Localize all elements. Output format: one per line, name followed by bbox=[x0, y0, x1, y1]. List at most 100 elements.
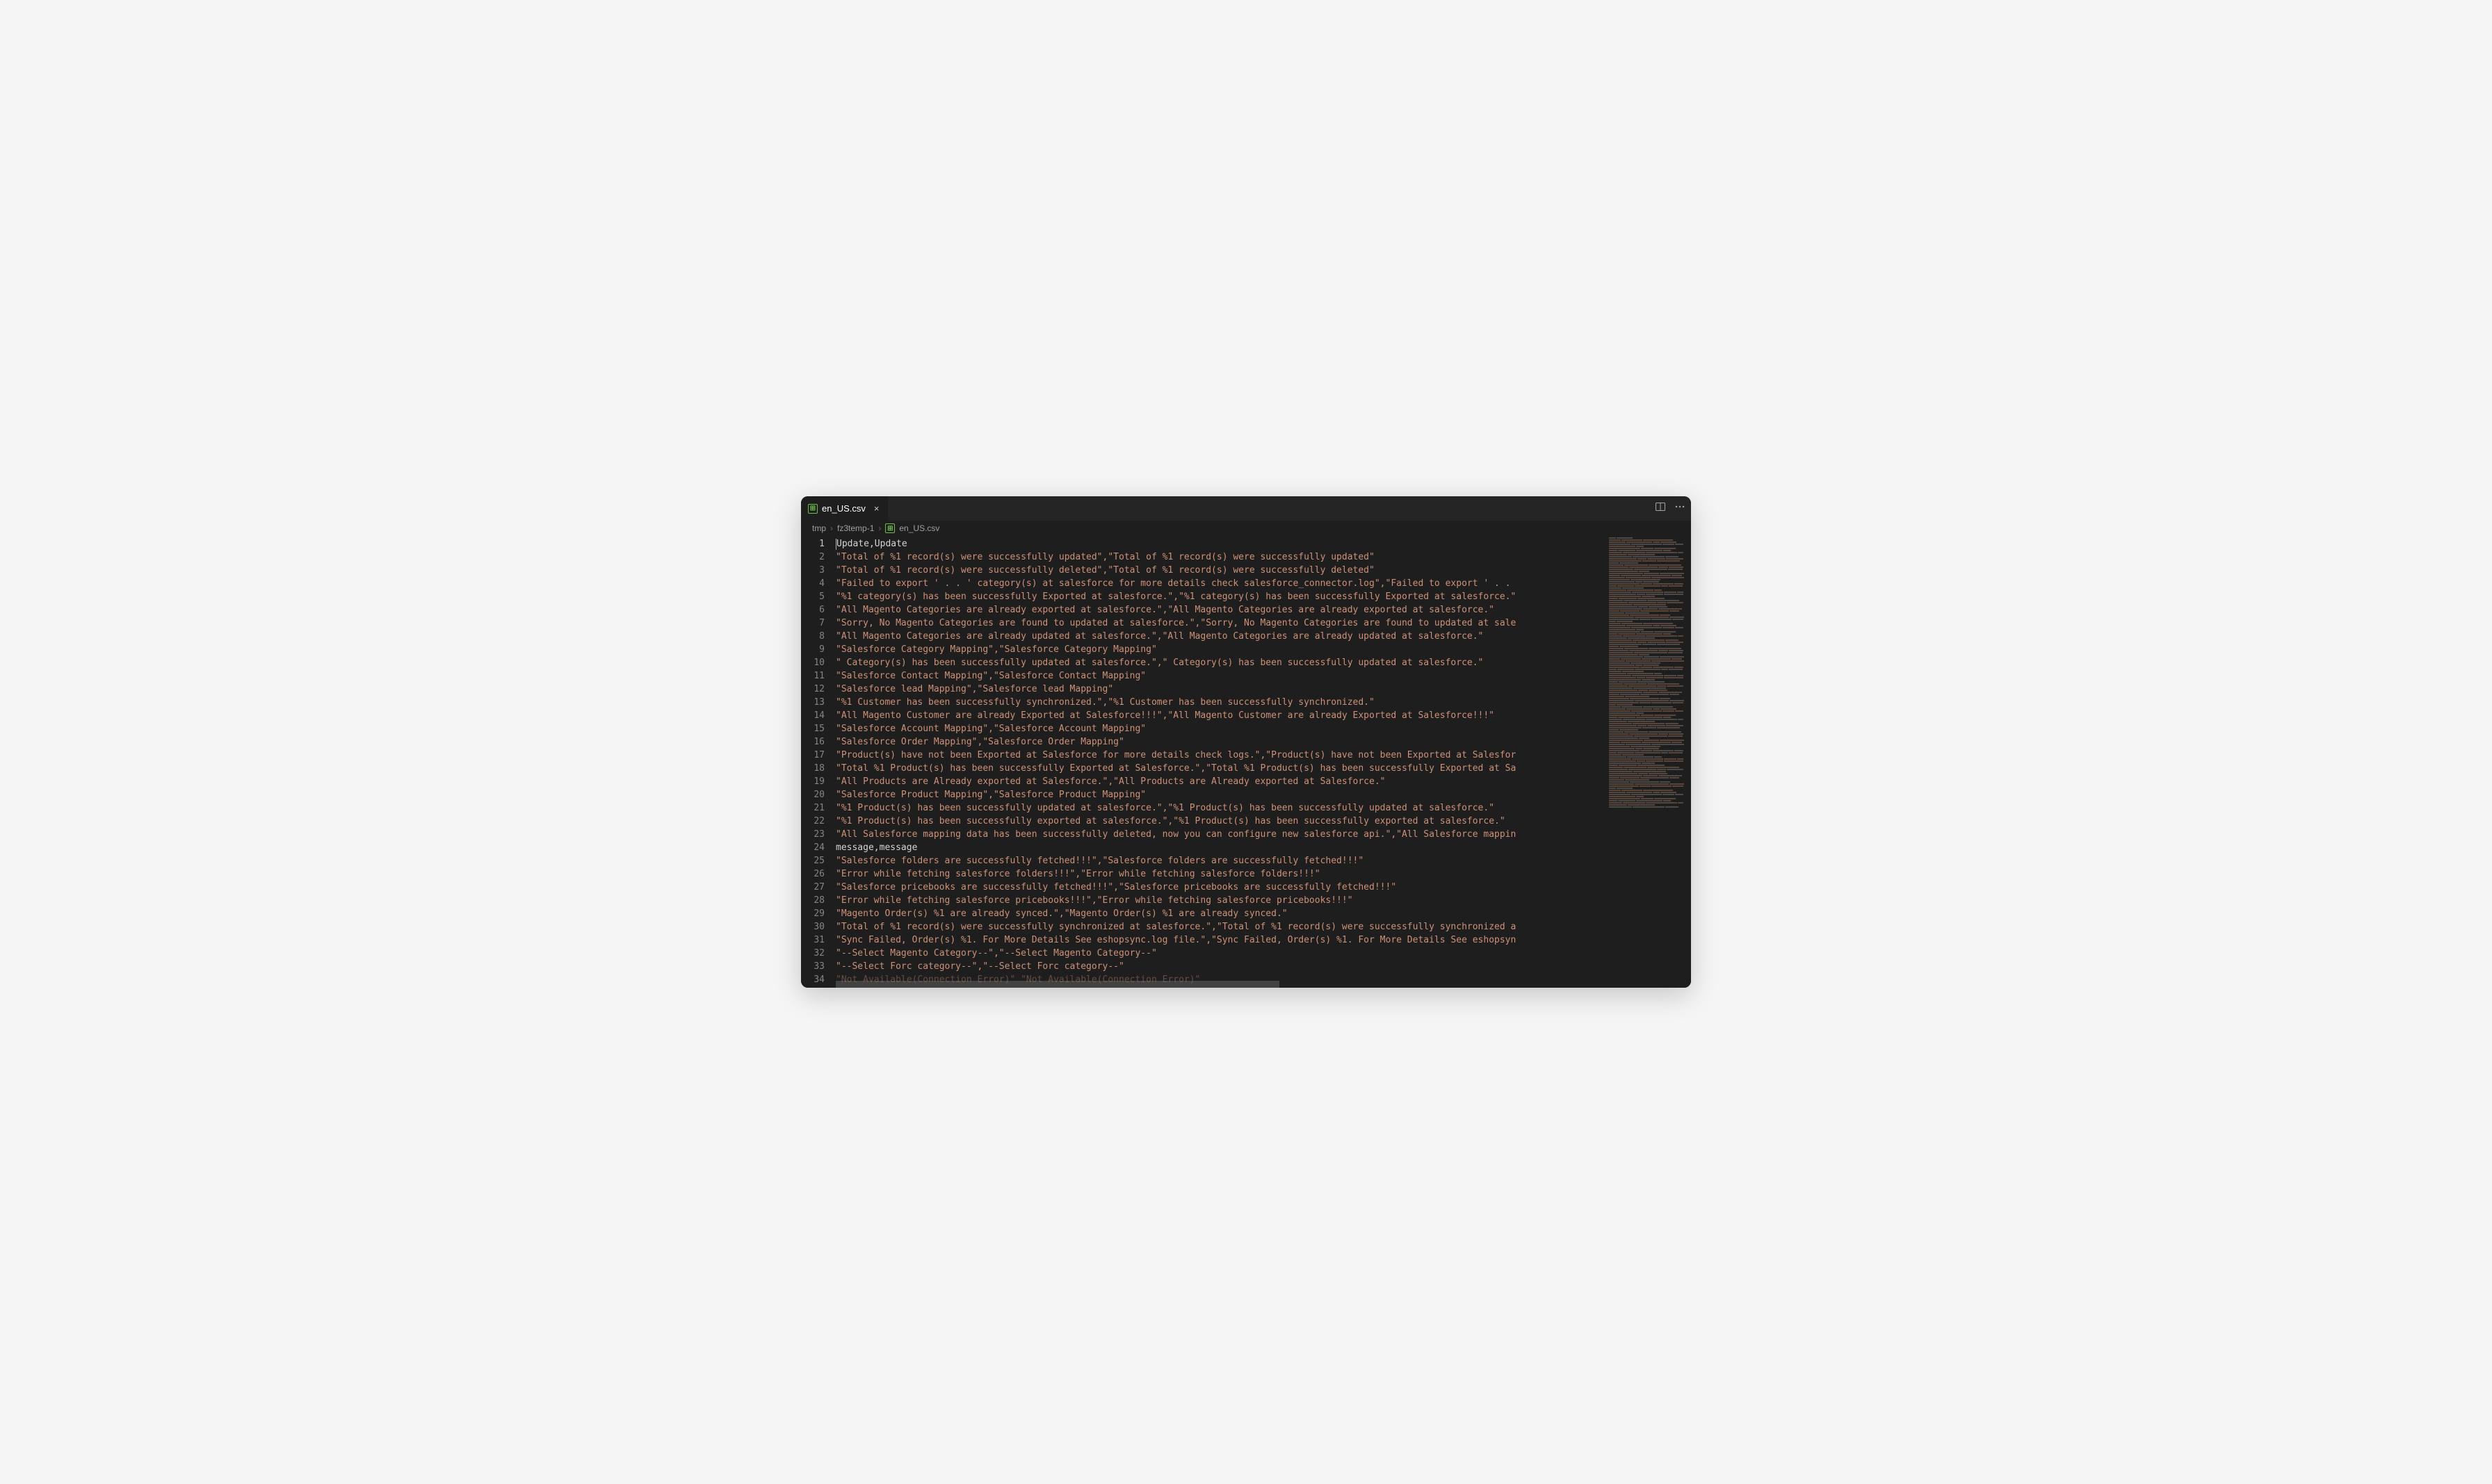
code-line[interactable]: message,message bbox=[836, 841, 1608, 854]
code-line[interactable]: "Total %1 Product(s) has been successful… bbox=[836, 762, 1608, 775]
minimap-line bbox=[1609, 589, 1691, 591]
minimap-line bbox=[1609, 642, 1691, 643]
minimap-line bbox=[1609, 708, 1691, 710]
code-line[interactable]: "Error while fetching salesforce folders… bbox=[836, 867, 1608, 881]
minimap-line bbox=[1609, 783, 1691, 785]
code-line[interactable]: "%1 category(s) has been successfully Ex… bbox=[836, 590, 1608, 603]
minimap-line bbox=[1609, 756, 1691, 758]
code-line[interactable]: "Salesforce Product Mapping","Salesforce… bbox=[836, 788, 1608, 801]
code-line[interactable]: "Salesforce Contact Mapping","Salesforce… bbox=[836, 669, 1608, 683]
minimap-line bbox=[1609, 702, 1691, 703]
tab-filename: en_US.csv bbox=[822, 503, 866, 514]
minimap-line bbox=[1609, 692, 1691, 693]
split-editor-icon[interactable] bbox=[1655, 501, 1666, 516]
code-line[interactable]: "Total of %1 record(s) were successfully… bbox=[836, 564, 1608, 577]
code-line[interactable]: "Total of %1 record(s) were successfully… bbox=[836, 551, 1608, 564]
line-number: 27 bbox=[801, 881, 825, 894]
code-line[interactable]: "Salesforce Category Mapping","Salesforc… bbox=[836, 643, 1608, 656]
editor-window: ⊞ en_US.csv × tmp › fz3temp-1 › ⊞ en_US.… bbox=[801, 496, 1691, 988]
code-line[interactable]: "Salesforce folders are successfully fet… bbox=[836, 854, 1608, 867]
minimap-line bbox=[1609, 548, 1691, 549]
minimap-line bbox=[1609, 698, 1691, 699]
breadcrumb-segment[interactable]: fz3temp-1 bbox=[837, 523, 874, 533]
breadcrumb-segment[interactable]: tmp bbox=[812, 523, 826, 533]
line-number: 11 bbox=[801, 669, 825, 683]
minimap-line bbox=[1609, 585, 1691, 587]
code-line[interactable]: "Total of %1 record(s) were successfully… bbox=[836, 920, 1608, 933]
minimap-line bbox=[1609, 646, 1691, 647]
minimap-line bbox=[1609, 802, 1691, 804]
minimap-line bbox=[1609, 785, 1691, 787]
line-number: 20 bbox=[801, 788, 825, 801]
code-line[interactable]: "%1 Product(s) has been successfully upd… bbox=[836, 801, 1608, 815]
minimap[interactable] bbox=[1608, 536, 1691, 988]
code-line[interactable]: "All Products are Already exported at Sa… bbox=[836, 775, 1608, 788]
minimap-line bbox=[1609, 633, 1691, 635]
code-line[interactable]: "Error while fetching salesforce pricebo… bbox=[836, 894, 1608, 907]
minimap-line bbox=[1609, 683, 1691, 685]
code-line[interactable]: "Salesforce pricebooks are successfully … bbox=[836, 881, 1608, 894]
close-tab-icon[interactable]: × bbox=[873, 503, 881, 514]
minimap-line bbox=[1609, 706, 1691, 708]
line-number: 13 bbox=[801, 696, 825, 709]
code-line[interactable]: "Failed to export ' . . ' category(s) at… bbox=[836, 577, 1608, 590]
code-line[interactable]: "All Magento Categories are already upda… bbox=[836, 630, 1608, 643]
code-line[interactable]: "Sorry, No Magento Categories are found … bbox=[836, 617, 1608, 630]
minimap-line bbox=[1609, 729, 1691, 731]
minimap-line bbox=[1609, 629, 1691, 630]
minimap-line bbox=[1609, 737, 1691, 739]
more-actions-icon[interactable] bbox=[1674, 501, 1685, 516]
code-line[interactable]: "All Magento Categories are already expo… bbox=[836, 603, 1608, 617]
code-line[interactable]: "Magento Order(s) %1 are already synced.… bbox=[836, 907, 1608, 920]
minimap-line bbox=[1609, 598, 1691, 599]
csv-file-icon: ⊞ bbox=[885, 523, 895, 533]
minimap-line bbox=[1609, 558, 1691, 560]
code-line[interactable]: "--Select Magento Category--","--Select … bbox=[836, 947, 1608, 960]
minimap-line bbox=[1609, 592, 1691, 593]
line-number: 18 bbox=[801, 762, 825, 775]
code-line[interactable]: "Sync Failed, Order(s) %1. For More Deta… bbox=[836, 933, 1608, 947]
minimap-line bbox=[1609, 554, 1691, 555]
minimap-line bbox=[1609, 752, 1691, 753]
code-line[interactable]: "%1 Customer has been successfully synch… bbox=[836, 696, 1608, 709]
minimap-line bbox=[1609, 625, 1691, 626]
line-number: 24 bbox=[801, 841, 825, 854]
minimap-line bbox=[1609, 763, 1691, 764]
code-line[interactable]: " Category(s) has been successfully upda… bbox=[836, 656, 1608, 669]
minimap-line bbox=[1609, 575, 1691, 576]
line-number: 4 bbox=[801, 577, 825, 590]
code-line[interactable]: "--Select Forc category--","--Select For… bbox=[836, 960, 1608, 973]
code-line[interactable]: "All Magento Customer are already Export… bbox=[836, 709, 1608, 722]
code-line[interactable]: "Salesforce Account Mapping","Salesforce… bbox=[836, 722, 1608, 735]
code-content[interactable]: Update,Update"Total of %1 record(s) were… bbox=[836, 536, 1608, 988]
minimap-line bbox=[1609, 742, 1691, 743]
minimap-line bbox=[1609, 639, 1691, 641]
scrollbar-thumb[interactable] bbox=[836, 981, 1279, 988]
minimap-line bbox=[1609, 696, 1691, 697]
minimap-line bbox=[1609, 577, 1691, 578]
breadcrumb-bar: tmp › fz3temp-1 › ⊞ en_US.csv bbox=[801, 521, 1691, 536]
minimap-line bbox=[1609, 804, 1691, 806]
minimap-line bbox=[1609, 627, 1691, 628]
code-line[interactable]: "All Salesforce mapping data has been su… bbox=[836, 828, 1608, 841]
minimap-line bbox=[1609, 560, 1691, 562]
minimap-line bbox=[1609, 725, 1691, 726]
code-line[interactable]: "%1 Product(s) has been successfully exp… bbox=[836, 815, 1608, 828]
minimap-line bbox=[1609, 723, 1691, 724]
breadcrumb-file[interactable]: en_US.csv bbox=[899, 523, 939, 533]
minimap-line bbox=[1609, 667, 1691, 668]
line-number: 29 bbox=[801, 907, 825, 920]
code-line[interactable]: Update,Update bbox=[836, 537, 1608, 551]
minimap-line bbox=[1609, 681, 1691, 683]
minimap-line bbox=[1609, 541, 1691, 543]
editor-body: 1234567891011121314151617181920212223242… bbox=[801, 536, 1691, 988]
code-line[interactable]: "Salesforce lead Mapping","Salesforce le… bbox=[836, 683, 1608, 696]
line-number: 8 bbox=[801, 630, 825, 643]
code-line[interactable]: "Product(s) have not been Exported at Sa… bbox=[836, 749, 1608, 762]
code-line[interactable]: "Salesforce Order Mapping","Salesforce O… bbox=[836, 735, 1608, 749]
line-number: 17 bbox=[801, 749, 825, 762]
file-tab[interactable]: ⊞ en_US.csv × bbox=[801, 496, 888, 521]
minimap-line bbox=[1609, 606, 1691, 608]
minimap-line bbox=[1609, 794, 1691, 795]
horizontal-scrollbar[interactable] bbox=[801, 981, 1608, 988]
